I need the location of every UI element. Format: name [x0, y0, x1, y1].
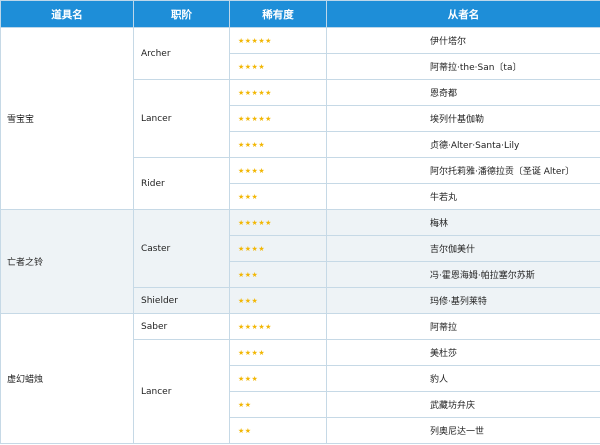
rarity-stars: ★★★★	[229, 339, 327, 366]
servant-name-cell: 吉尔伽美什	[326, 235, 600, 262]
class-cell: Saber	[133, 313, 230, 340]
servant-name-cell: 阿蒂拉	[326, 313, 600, 340]
rarity-stars: ★★★★★	[229, 209, 327, 236]
rarity-stars: ★★★★	[229, 157, 327, 184]
rarity-stars: ★★★★★	[229, 27, 327, 54]
rarity-stars: ★★★★	[229, 131, 327, 158]
class-cell: Caster	[133, 209, 230, 288]
header-servant-name: 从者名	[326, 0, 600, 28]
servant-name-cell: 冯·霍恩海姆·帕拉塞尔苏斯	[326, 261, 600, 288]
item-name-cell: 雪宝宝	[0, 27, 134, 210]
servant-name-cell: 列奥尼达一世	[326, 417, 600, 444]
servant-name-cell: 武藏坊弁庆	[326, 391, 600, 418]
servant-name-cell: 美杜莎	[326, 339, 600, 366]
item-name-cell: 亡者之铃	[0, 209, 134, 314]
servant-name-cell: 豹人	[326, 365, 600, 392]
table-row: 虚幻蜡烛 Saber ★★★★★ 阿蒂拉	[0, 313, 600, 444]
rarity-stars: ★★★★★	[229, 79, 327, 106]
class-cell: Lancer	[133, 339, 230, 444]
header-row: 道具名 职阶 稀有度 从者名	[0, 0, 600, 28]
class-cell: Archer	[133, 27, 230, 80]
rarity-stars: ★★★	[229, 365, 327, 392]
rarity-stars: ★★★★★	[229, 313, 327, 340]
class-cell: Lancer	[133, 79, 230, 158]
servant-name-cell: 玛修·基列莱特	[326, 287, 600, 314]
servant-name-cell: 贞德·Alter·Santa·Lily	[326, 131, 600, 158]
servant-name-cell: 阿蒂拉·the·San〔ta〕	[326, 53, 600, 80]
table-row: 雪宝宝 Archer ★★★★★ 伊什塔尔	[0, 27, 600, 210]
table-body: 雪宝宝 Archer ★★★★★ 伊什塔尔 ★★★★ 阿蒂拉·the·San〔ta〕 Lan…	[0, 27, 600, 444]
rarity-stars: ★★	[229, 391, 327, 418]
header-item-name: 道具名	[0, 0, 134, 28]
servant-name-cell: 恩奇都	[326, 79, 600, 106]
item-name-cell: 虚幻蜡烛	[0, 313, 134, 444]
rarity-stars: ★★★	[229, 261, 327, 288]
header-rarity: 稀有度	[229, 0, 327, 28]
class-cell: Rider	[133, 157, 230, 210]
rarity-stars: ★★★★	[229, 53, 327, 80]
servant-name-cell: 伊什塔尔	[326, 27, 600, 54]
servant-name-cell: 牛若丸	[326, 183, 600, 210]
servant-name-cell: 阿尔托莉雅·潘德拉贡〔圣诞 Alter〕	[326, 157, 600, 184]
rarity-stars: ★★★★	[229, 235, 327, 262]
rarity-stars: ★★★	[229, 183, 327, 210]
rarity-stars: ★★★	[229, 287, 327, 314]
class-cell: Shielder	[133, 287, 230, 314]
servant-drop-table: 道具名 职阶 稀有度 从者名 雪宝宝 Archer ★★★★★ 伊什塔尔 ★★★★ 阿蒂拉…	[0, 0, 600, 444]
servant-name-cell: 梅林	[326, 209, 600, 236]
header-class: 职阶	[133, 0, 230, 28]
rarity-stars: ★★	[229, 417, 327, 444]
rarity-stars: ★★★★★	[229, 105, 327, 132]
table-row: 亡者之铃 Caster ★★★★★ 梅林	[0, 209, 600, 314]
servant-name-cell: 埃列什基伽勒	[326, 105, 600, 132]
